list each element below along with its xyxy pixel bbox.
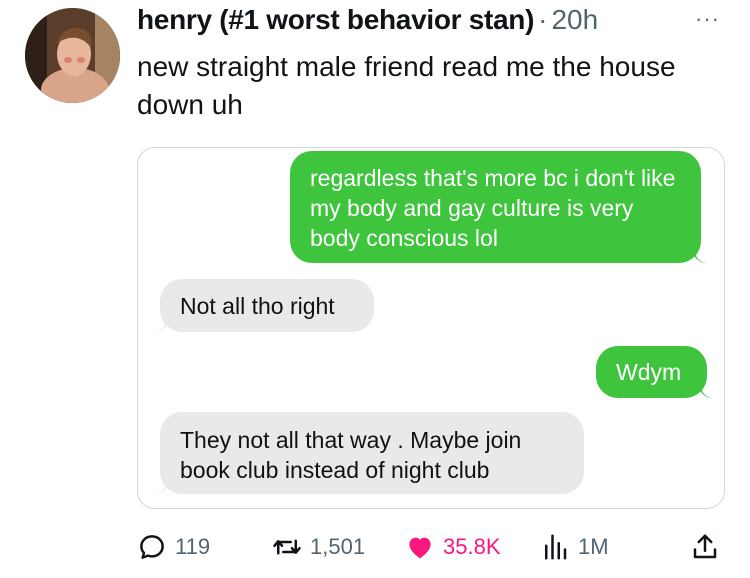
message-bubble-sent: Wdym [596,346,707,398]
heart-icon [409,537,431,559]
tweet-header: henry (#1 worst behavior stan) · 20h [137,4,737,44]
like-button[interactable]: 35.8K [405,529,501,565]
views-count: 1M [578,534,609,559]
bubble-tail-icon [697,382,713,399]
avatar[interactable] [25,8,120,103]
avatar-photo [25,8,120,103]
tweet-time[interactable]: 20h [551,4,598,35]
share-button[interactable] [690,529,720,565]
repost-icon [273,539,301,555]
reply-count: 119 [175,534,211,559]
author-name[interactable]: henry (#1 worst behavior stan) [137,4,534,35]
message-bubble-sent: regardless that's more bc i don't like m… [290,151,701,263]
share-icon [693,534,717,559]
like-count: 35.8K [443,534,501,559]
bubble-tail-icon [154,316,170,333]
tweet-media-image[interactable]: regardless that's more bc i don't like m… [137,147,725,509]
tweet-text: new straight male friend read me the hou… [137,51,676,120]
bubble-tail-icon [154,478,170,495]
message-bubble-received: They not all that way . Maybe join book … [160,412,584,494]
reply-button[interactable]: 119 [137,529,210,565]
views-icon [545,534,567,560]
more-options-icon[interactable]: ··· [695,6,735,31]
message-bubble-received: Not all tho right [160,279,374,332]
repost-count: 1,501 [310,534,366,559]
header-separator: · [538,4,548,35]
views-button[interactable]: 1M [540,529,609,565]
bubble-tail-icon [691,247,707,264]
repost-button[interactable]: 1,501 [272,529,365,565]
reply-icon [140,535,164,559]
tweet-action-bar: 119 1,501 35.8K 1M [0,525,750,570]
